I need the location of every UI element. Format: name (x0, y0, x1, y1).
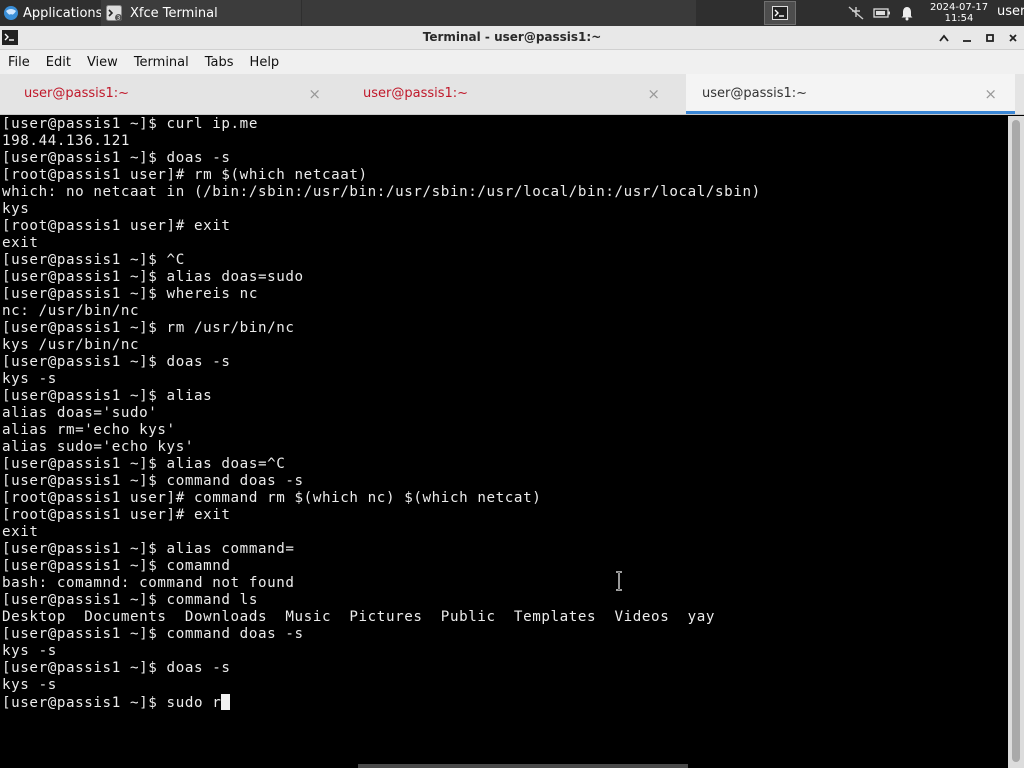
current-command: [user@passis1 ~]$ sudo r (2, 695, 222, 711)
terminal-line: [root@passis1 user]# exit (2, 218, 231, 234)
chevron-up-icon (939, 34, 949, 42)
menu-terminal[interactable]: Terminal (126, 55, 197, 70)
terminal-line: [root@passis1 user]# rm $(which netcaat) (2, 167, 368, 183)
window-maximize-button[interactable] (979, 26, 1001, 50)
terminal-line: [user@passis1 ~]$ alias doas=^C (2, 456, 286, 472)
battery-icon[interactable] (873, 0, 891, 26)
terminal-line: [user@passis1 ~]$ doas -s (2, 660, 231, 676)
terminal-line: bash: comamnd: command not found (2, 575, 295, 591)
tab-1[interactable]: user@passis1:~ × (0, 74, 339, 114)
network-disconnected-icon[interactable] (847, 0, 865, 26)
taskbar-empty-area (302, 0, 696, 26)
tab-bar: user@passis1:~ × user@passis1:~ × user@p… (0, 74, 1024, 115)
terminal-line: [user@passis1 ~]$ alias doas=sudo (2, 269, 304, 285)
terminal-line: [user@passis1 ~]$ doas -s (2, 354, 231, 370)
vertical-scrollbar[interactable] (1008, 116, 1024, 768)
terminal-line: [user@passis1 ~]$ doas -s (2, 150, 231, 166)
applications-label: Applications (23, 5, 103, 21)
terminal-line: [user@passis1 ~]$ alias (2, 388, 213, 404)
active-tab-indicator (686, 111, 1015, 114)
terminal-line: nc: /usr/bin/nc (2, 303, 140, 319)
xfce-logo-icon (4, 6, 18, 20)
notification-bell-icon[interactable] (899, 0, 915, 26)
tab-close-icon[interactable]: × (647, 85, 660, 103)
terminal-line: [user@passis1 ~]$ command doas -s (2, 473, 304, 489)
tab-close-icon[interactable]: × (984, 85, 997, 103)
menu-tabs[interactable]: Tabs (197, 55, 242, 70)
tab-label: user@passis1:~ (363, 86, 469, 101)
tab-2[interactable]: user@passis1:~ × (339, 74, 678, 114)
terminal-line: alias doas='sudo' (2, 405, 158, 421)
terminal-line: [user@passis1 ~]$ rm /usr/bin/nc (2, 320, 295, 336)
terminal-line: [user@passis1 ~]$ whereis nc (2, 286, 258, 302)
terminal-line: [root@passis1 user]# command rm $(which … (2, 490, 542, 506)
user-menu[interactable]: user (997, 0, 1024, 26)
terminal-line: alias sudo='echo kys' (2, 439, 194, 455)
terminal-launcher-button[interactable] (764, 1, 796, 25)
tab-close-icon[interactable]: × (308, 85, 321, 103)
tab-3-active[interactable]: user@passis1:~ × (686, 74, 1015, 114)
close-icon (1009, 34, 1017, 42)
terminal-line: [user@passis1 ~]$ comamnd (2, 558, 231, 574)
scrollbar-thumb[interactable] (1012, 120, 1020, 762)
terminal-task-icon: 3 (106, 5, 122, 21)
tab-label: user@passis1:~ (24, 86, 130, 101)
terminal-prompt-line[interactable]: [user@passis1 ~]$ sudo r (2, 694, 231, 711)
menu-file[interactable]: File (0, 55, 38, 70)
terminal-line: Desktop Documents Downloads Music Pictur… (2, 609, 716, 625)
terminal-line: [user@passis1 ~]$ command doas -s (2, 626, 304, 642)
terminal-line: kys -s (2, 371, 57, 387)
taskbar-item-title: Xfce Terminal (130, 5, 218, 21)
text-cursor (221, 694, 231, 710)
terminal-line: [user@passis1 ~]$ ^C (2, 252, 185, 268)
tab-label: user@passis1:~ (702, 86, 808, 101)
window-minimize-button[interactable] (956, 26, 978, 50)
taskbar-item-terminal[interactable]: 3 Xfce Terminal (101, 0, 301, 26)
bottom-resize-edge[interactable] (358, 764, 688, 768)
terminal-line: kys -s (2, 643, 57, 659)
menu-bar: File Edit View Terminal Tabs Help (0, 50, 1024, 74)
terminal-line: which: no netcaat in (/bin:/sbin:/usr/bi… (2, 184, 761, 200)
window-title: Terminal - user@passis1:~ (422, 30, 602, 44)
terminal-line: kys (2, 201, 30, 217)
clock-date: 2024-07-17 (929, 2, 989, 13)
terminal-line: kys -s (2, 677, 57, 693)
maximize-icon (986, 34, 994, 42)
terminal-line: kys /usr/bin/nc (2, 337, 140, 353)
window-shade-button[interactable] (933, 26, 955, 50)
panel-clock[interactable]: 2024-07-17 11:54 (925, 0, 993, 26)
terminal-icon (772, 6, 788, 20)
terminal-line: exit (2, 235, 39, 251)
window-close-button[interactable] (1002, 26, 1024, 50)
terminal-line: [user@passis1 ~]$ curl ip.me (2, 116, 258, 132)
terminal-line: exit (2, 524, 39, 540)
terminal-line: alias rm='echo kys' (2, 422, 176, 438)
terminal-line: 198.44.136.121 (2, 133, 130, 149)
minimize-icon (963, 40, 971, 42)
applications-menu-button[interactable]: Applications ⠿ (0, 0, 114, 26)
mouse-ibeam-cursor-icon (616, 571, 622, 591)
menu-help[interactable]: Help (242, 55, 288, 70)
top-panel: Applications ⠿ 3 Xfce Terminal 2024-07-1… (0, 0, 1024, 26)
terminal-line: [user@passis1 ~]$ alias command= (2, 541, 295, 557)
terminal-line: [root@passis1 user]# exit (2, 507, 231, 523)
menu-edit[interactable]: Edit (38, 55, 79, 70)
menu-view[interactable]: View (79, 55, 126, 70)
task-count-badge: 3 (117, 16, 121, 22)
window-titlebar[interactable]: Terminal - user@passis1:~ (0, 26, 1024, 50)
terminal-line: [user@passis1 ~]$ command ls (2, 592, 258, 608)
terminal-output[interactable]: [user@passis1 ~]$ curl ip.me 198.44.136.… (0, 116, 1008, 768)
clock-time: 11:54 (944, 13, 974, 24)
